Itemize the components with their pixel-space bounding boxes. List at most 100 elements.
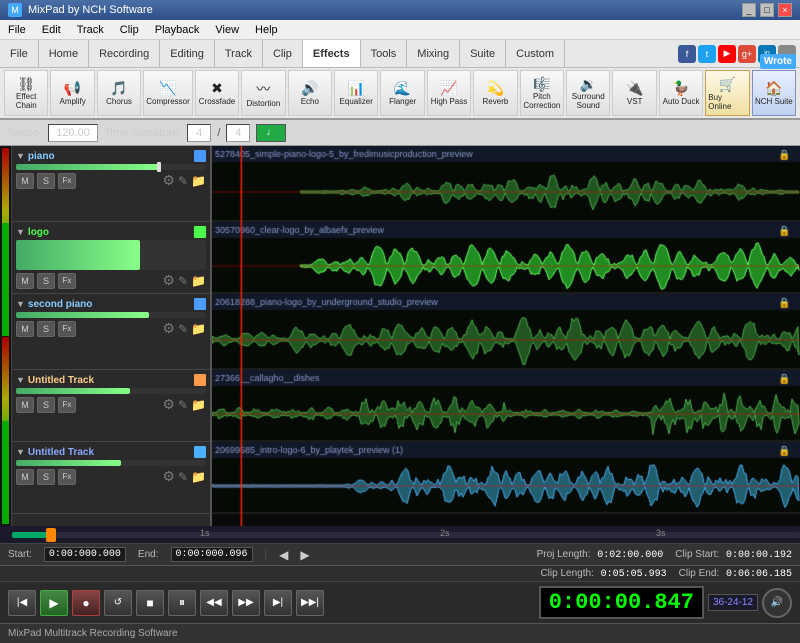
menu-view[interactable]: View xyxy=(207,22,247,38)
tab-clip[interactable]: Clip xyxy=(263,40,303,68)
track-logo-folder-icon[interactable]: 📁 xyxy=(191,274,206,288)
track-piano-solo[interactable]: S xyxy=(37,173,55,189)
skip-fwd-button[interactable]: ▶▶ xyxy=(232,590,260,616)
vst-icon: 🔌 xyxy=(626,80,643,97)
tab-home[interactable]: Home xyxy=(39,40,89,68)
tab-tools[interactable]: Tools xyxy=(361,40,408,68)
crossfade-button[interactable]: ✖ Crossfade xyxy=(195,70,239,116)
track-second-piano-mute[interactable]: M xyxy=(16,321,34,337)
chorus-button[interactable]: 🎵 Chorus xyxy=(97,70,141,116)
play-button[interactable]: ▶ xyxy=(40,590,68,616)
track-untitled1-solo[interactable]: S xyxy=(37,397,55,413)
waveform-area[interactable] xyxy=(212,146,800,526)
pitch-correction-button[interactable]: 🎼 Pitch Correction xyxy=(520,70,564,116)
distortion-button[interactable]: 〰 Distortion xyxy=(241,70,285,116)
equalizer-button[interactable]: 📊 Equalizer xyxy=(334,70,378,116)
track-piano-vol-slider[interactable] xyxy=(16,164,206,170)
tempo-input[interactable]: 120.00 xyxy=(48,124,98,142)
fast-fwd-button[interactable]: ▶| xyxy=(264,590,292,616)
vst-button[interactable]: 🔌 VST xyxy=(612,70,656,116)
tab-editing[interactable]: Editing xyxy=(160,40,215,68)
track-logo-settings-icon[interactable]: ⚙ xyxy=(162,272,175,289)
surround-sound-button[interactable]: 🔉 Surround Sound xyxy=(566,70,610,116)
track-second-piano-solo[interactable]: S xyxy=(37,321,55,337)
track-logo-mute[interactable]: M xyxy=(16,273,34,289)
gplus-icon[interactable]: g+ xyxy=(738,45,756,63)
track-untitled2-pencil-icon[interactable]: ✎ xyxy=(178,470,188,484)
track-logo-pencil-icon[interactable]: ✎ xyxy=(178,274,188,288)
highpass-button[interactable]: 📈 High Pass xyxy=(427,70,471,116)
track-second-piano-folder-icon[interactable]: 📁 xyxy=(191,322,206,336)
tab-mixing[interactable]: Mixing xyxy=(407,40,460,68)
track-piano-pencil-icon[interactable]: ✎ xyxy=(178,174,188,188)
track-untitled2-folder-icon[interactable]: 📁 xyxy=(191,470,206,484)
chorus-label: Chorus xyxy=(106,97,132,106)
track-second-piano-settings-icon[interactable]: ⚙ xyxy=(162,320,175,337)
menu-edit[interactable]: Edit xyxy=(34,22,69,38)
track-untitled2-settings-icon[interactable]: ⚙ xyxy=(162,468,175,485)
buy-online-button[interactable]: 🛒 Buy Online xyxy=(705,70,749,116)
close-button[interactable]: × xyxy=(778,3,792,17)
facebook-icon[interactable]: f xyxy=(678,45,696,63)
track-piano-mute[interactable]: M xyxy=(16,173,34,189)
pause-button[interactable]: ⏸ xyxy=(168,590,196,616)
minimize-button[interactable]: _ xyxy=(742,3,756,17)
track-logo-solo[interactable]: S xyxy=(37,273,55,289)
track-untitled2-solo[interactable]: S xyxy=(37,469,55,485)
metronome-button[interactable]: ♩ xyxy=(256,124,286,142)
stop-button[interactable]: ■ xyxy=(136,590,164,616)
nav-left[interactable]: ◀ xyxy=(279,548,288,562)
menu-help[interactable]: Help xyxy=(247,22,286,38)
track-piano-fx[interactable]: Fx xyxy=(58,173,76,189)
track-second-piano-fx[interactable]: Fx xyxy=(58,321,76,337)
flanger-button[interactable]: 🌊 Flanger xyxy=(380,70,424,116)
maximize-button[interactable]: □ xyxy=(760,3,774,17)
time-sig-num[interactable]: 4 xyxy=(187,124,211,142)
echo-button[interactable]: 🔊 Echo xyxy=(288,70,332,116)
track-second-piano-vol-slider[interactable] xyxy=(16,312,206,318)
track-logo-vol-slider[interactable] xyxy=(16,240,206,270)
nav-right[interactable]: ▶ xyxy=(300,548,309,562)
track-untitled1-settings-icon[interactable]: ⚙ xyxy=(162,396,175,413)
rewind-to-start-button[interactable]: |◀ xyxy=(8,590,36,616)
tab-custom[interactable]: Custom xyxy=(506,40,565,68)
nch-suite-button[interactable]: 🏠 NCH Suite xyxy=(752,70,796,116)
menu-track[interactable]: Track xyxy=(69,22,112,38)
tab-effects[interactable]: Effects xyxy=(303,40,361,68)
track-piano-folder-icon[interactable]: 📁 xyxy=(191,174,206,188)
crossfade-icon: ✖ xyxy=(211,80,223,97)
master-volume-knob[interactable]: 🔊 xyxy=(762,588,792,618)
twitter-icon[interactable]: t xyxy=(698,45,716,63)
menu-clip[interactable]: Clip xyxy=(112,22,147,38)
track-untitled1-fx[interactable]: Fx xyxy=(58,397,76,413)
tab-recording[interactable]: Recording xyxy=(89,40,160,68)
reverb-button[interactable]: 💫 Reverb xyxy=(473,70,517,116)
menu-file[interactable]: File xyxy=(0,22,34,38)
track-untitled2-vol-slider[interactable] xyxy=(16,460,206,466)
end-button[interactable]: ▶▶| xyxy=(296,590,324,616)
skip-back-button[interactable]: ◀◀ xyxy=(200,590,228,616)
menu-playback[interactable]: Playback xyxy=(147,22,208,38)
track-logo-fx[interactable]: Fx xyxy=(58,273,76,289)
compressor-button[interactable]: 📉 Compressor xyxy=(143,70,193,116)
youtube-icon[interactable]: ▶ xyxy=(718,45,736,63)
track-untitled2-mute[interactable]: M xyxy=(16,469,34,485)
track-untitled2-fx[interactable]: Fx xyxy=(58,469,76,485)
track-untitled1-mute[interactable]: M xyxy=(16,397,34,413)
record-button[interactable]: ● xyxy=(72,590,100,616)
auto-duck-button[interactable]: 🦆 Auto Duck xyxy=(659,70,703,116)
track-untitled1-vol-slider[interactable] xyxy=(16,388,206,394)
track-untitled1-pencil-icon[interactable]: ✎ xyxy=(178,398,188,412)
track-second-piano-pencil-icon[interactable]: ✎ xyxy=(178,322,188,336)
playhead-thumb[interactable] xyxy=(46,528,56,542)
time-sig-den[interactable]: 4 xyxy=(226,124,250,142)
track-untitled1-folder-icon[interactable]: 📁 xyxy=(191,398,206,412)
tab-suite[interactable]: Suite xyxy=(460,40,506,68)
tab-track[interactable]: Track xyxy=(215,40,263,68)
timeline-bar[interactable]: 1s 2s 3s xyxy=(0,526,800,544)
effect-chain-button[interactable]: ⛓ Effect Chain xyxy=(4,70,48,116)
tab-file[interactable]: File xyxy=(0,40,39,68)
track-piano-settings-icon[interactable]: ⚙ xyxy=(162,172,175,189)
loop-button[interactable]: ↺ xyxy=(104,590,132,616)
amplify-button[interactable]: 📢 Amplify xyxy=(50,70,94,116)
